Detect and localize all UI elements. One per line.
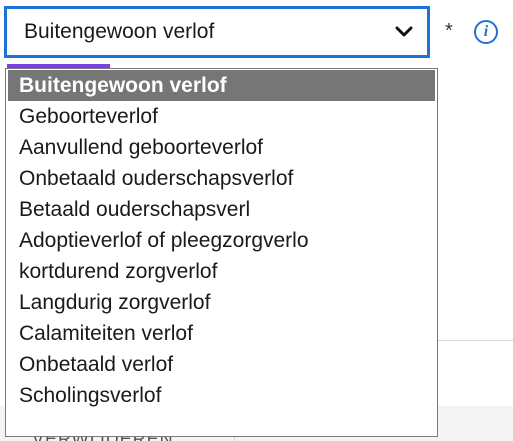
form-stage: VERWIJDEREN Buitengewoon verlof * i Buit… [0, 0, 513, 441]
leave-type-select[interactable]: Buitengewoon verlof [4, 6, 430, 58]
option[interactable]: Aanvullend geboorteverlof [6, 132, 437, 163]
background-divider [438, 340, 513, 341]
required-marker: * [445, 20, 453, 42]
option[interactable]: Adoptieverlof of pleegzorgverlo [6, 225, 437, 256]
option[interactable]: Calamiteiten verlof [6, 318, 437, 349]
option[interactable]: Betaald ouderschapsverl [6, 194, 437, 225]
option[interactable]: Onbetaald verlof [6, 349, 437, 380]
chevron-down-icon [395, 26, 413, 37]
leave-type-options-list[interactable]: Buitengewoon verlof Geboorteverlof Aanvull… [5, 68, 438, 437]
leave-type-select-value: Buitengewoon verlof [24, 20, 215, 43]
info-icon[interactable]: i [474, 20, 498, 44]
option[interactable]: kortdurend zorgverlof [6, 256, 437, 287]
option[interactable]: Onbetaald ouderschapsverlof [6, 163, 437, 194]
option-selected[interactable]: Buitengewoon verlof [8, 70, 435, 101]
option[interactable]: Langdurig zorgverlof [6, 287, 437, 318]
option[interactable]: Scholingsverlof [6, 380, 437, 411]
option[interactable]: Geboorteverlof [6, 101, 437, 132]
